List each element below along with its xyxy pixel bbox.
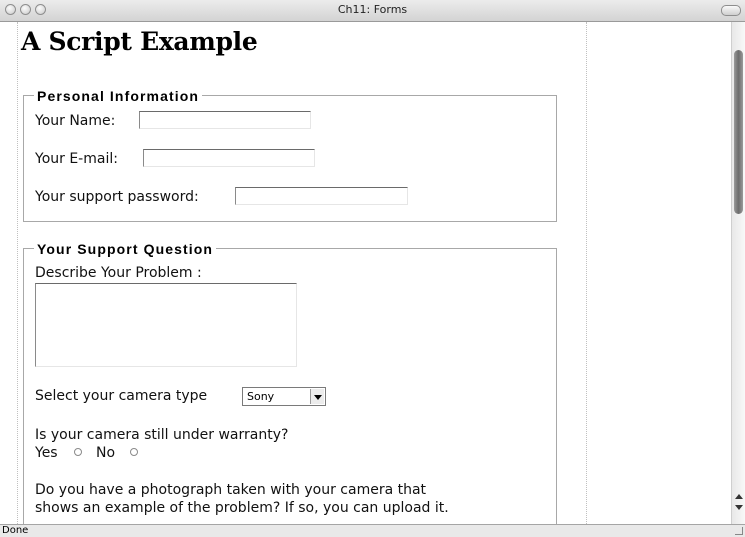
warranty-yes-radio[interactable] bbox=[74, 448, 82, 456]
window-title-bar: Ch11: Forms bbox=[0, 0, 745, 22]
scrollbar-thumb[interactable] bbox=[734, 50, 743, 214]
page-viewport: A Script Example Personal Information Yo… bbox=[0, 22, 731, 524]
describe-problem-label: Describe Your Problem : bbox=[35, 265, 202, 281]
page-title: A Script Example bbox=[21, 27, 258, 56]
describe-problem-textarea[interactable] bbox=[35, 283, 297, 367]
status-text: Done bbox=[2, 525, 29, 536]
email-input[interactable] bbox=[143, 149, 315, 167]
window-title: Ch11: Forms bbox=[337, 3, 408, 16]
name-label: Your Name: bbox=[35, 113, 116, 129]
warranty-no-label: No bbox=[96, 445, 116, 461]
camera-type-value: Sony bbox=[247, 390, 275, 403]
name-input[interactable] bbox=[139, 111, 311, 129]
status-bar: Done bbox=[0, 524, 745, 537]
support-question-legend: Your Support Question bbox=[34, 241, 217, 257]
warranty-no-radio[interactable] bbox=[130, 448, 138, 456]
vertical-scrollbar[interactable] bbox=[731, 22, 745, 524]
camera-type-label: Select your camera type bbox=[35, 388, 208, 404]
toolbar-toggle-button[interactable] bbox=[721, 5, 741, 16]
chevron-down-icon bbox=[310, 389, 324, 404]
camera-type-select[interactable]: Sony bbox=[242, 387, 326, 406]
resize-grip-icon[interactable] bbox=[735, 527, 743, 535]
personal-information-legend: Personal Information bbox=[34, 88, 203, 104]
support-password-label: Your support password: bbox=[35, 189, 199, 205]
scroll-down-arrow-icon[interactable] bbox=[735, 505, 743, 510]
photo-question-line-2: shows an example of the problem? If so, … bbox=[35, 500, 449, 516]
warranty-question: Is your camera still under warranty? bbox=[35, 427, 289, 443]
photo-question-line-1: Do you have a photograph taken with your… bbox=[35, 482, 427, 498]
support-password-input[interactable] bbox=[235, 187, 408, 205]
scroll-up-arrow-icon[interactable] bbox=[735, 494, 743, 499]
email-label: Your E-mail: bbox=[35, 151, 118, 167]
warranty-yes-label: Yes bbox=[35, 445, 58, 461]
